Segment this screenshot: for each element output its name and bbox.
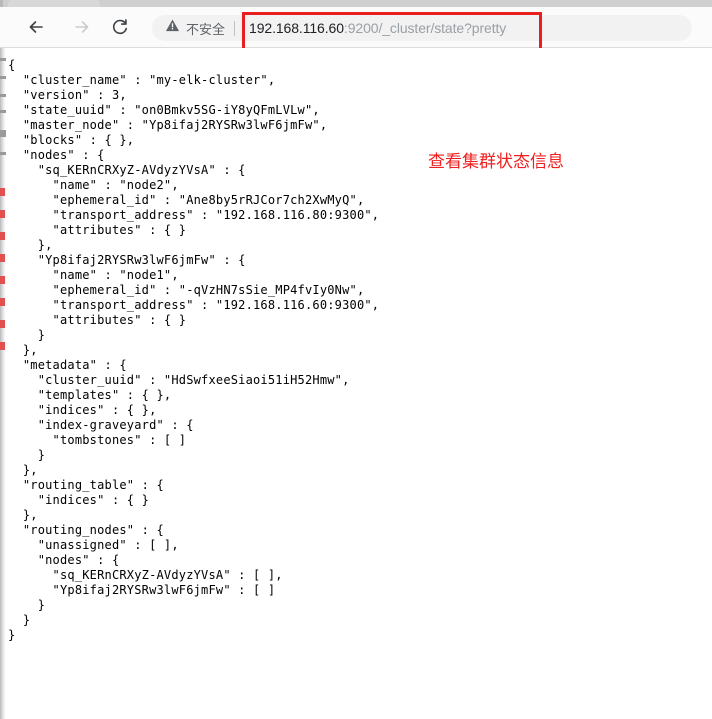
browser-toolbar: 不安全 192.168.116.60:9200/_cluster/state?p… — [0, 7, 712, 54]
url-path: :9200/_cluster/state?pretty — [343, 20, 507, 36]
window-left-edge — [0, 0, 3, 7]
json-response-body: { "cluster_name" : "my-elk-cluster", "ve… — [8, 58, 380, 642]
url-text[interactable]: 192.168.116.60:9200/_cluster/state?prett… — [249, 20, 506, 36]
back-button[interactable] — [22, 13, 50, 41]
window-edge-artifacts — [0, 48, 7, 719]
browser-window: 不安全 192.168.116.60:9200/_cluster/state?p… — [0, 0, 712, 719]
annotation-text: 查看集群状态信息 — [428, 152, 564, 172]
url-host: 192.168.116.60 — [249, 20, 344, 36]
omnibox-divider — [234, 20, 236, 36]
browser-tab[interactable] — [8, 0, 100, 7]
back-arrow-icon — [26, 17, 46, 37]
tab-strip — [0, 0, 712, 7]
security-status-label: 不安全 — [186, 21, 226, 37]
reload-button[interactable] — [106, 13, 134, 41]
reload-icon — [110, 17, 130, 37]
security-status-chip[interactable]: 不安全 — [165, 18, 225, 38]
address-bar[interactable]: 不安全 192.168.116.60:9200/_cluster/state?p… — [152, 15, 692, 41]
forward-arrow-icon — [72, 17, 92, 37]
forward-button — [68, 13, 96, 41]
warning-triangle-icon — [165, 18, 180, 38]
page-content: { "cluster_name" : "my-elk-cluster", "ve… — [0, 48, 712, 719]
